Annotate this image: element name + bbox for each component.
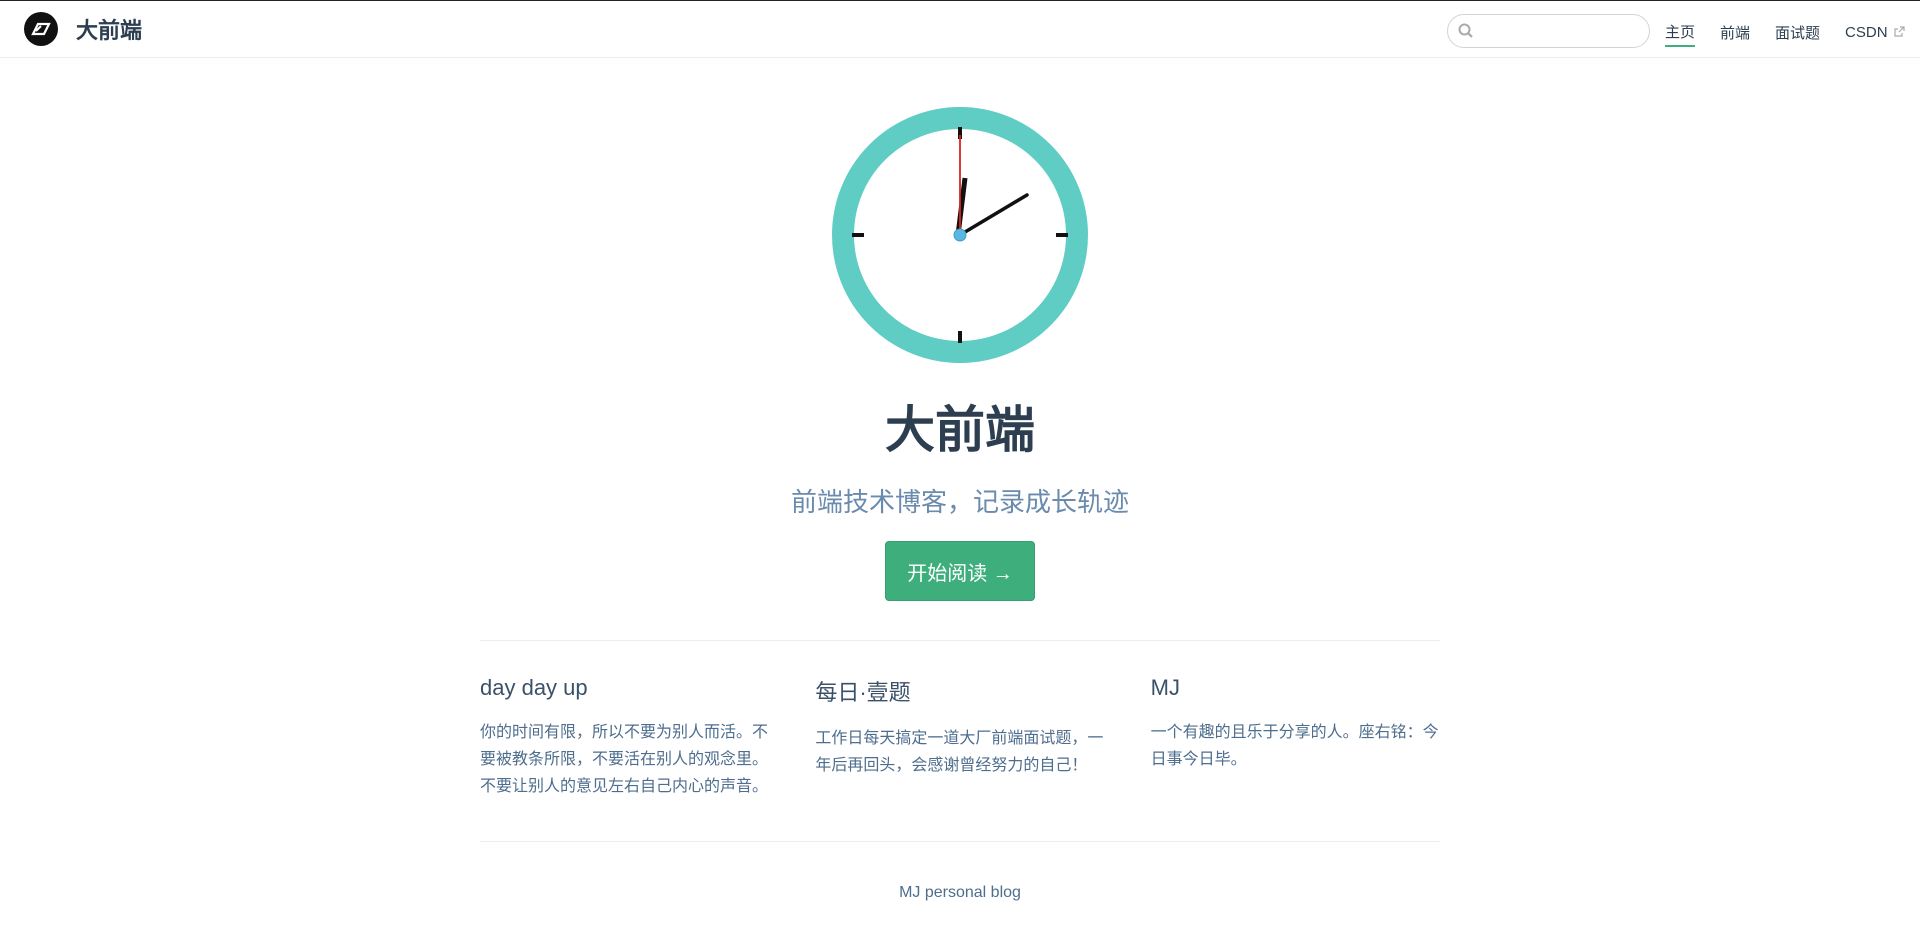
footer-text: MJ personal blog: [899, 884, 1021, 901]
hero-divider: [480, 640, 1440, 641]
start-reading-button[interactable]: 开始阅读 →: [885, 541, 1035, 601]
feature-item: 每日·壹题 工作日每天搞定一道大厂前端面试题，一年后再回头，会感谢曾经努力的自己…: [815, 675, 1104, 800]
search-input[interactable]: [1478, 20, 1638, 42]
nav-link-interview[interactable]: 面试题: [1775, 22, 1820, 46]
hero-title: 大前端: [885, 402, 1035, 458]
search-box[interactable]: [1447, 14, 1650, 48]
site-name: 大前端: [76, 18, 143, 43]
nav-link-home[interactable]: 主页: [1665, 21, 1696, 47]
feature-details: 工作日每天搞定一道大厂前端面试题，一年后再回头，会感谢曾经努力的自己！: [815, 730, 1104, 774]
feature-title: day day up: [480, 675, 588, 700]
nav-link-csdn-label: CSDN: [1845, 24, 1888, 41]
nav-link-frontend[interactable]: 前端: [1720, 22, 1750, 46]
hero-clock-image: [830, 105, 1090, 370]
navbar: 大前端 主页 前端 面试题 CSDN: [0, 0, 1920, 58]
hero-description: 前端技术博客，记录成长轨迹: [790, 487, 1129, 517]
external-link-icon: [1893, 24, 1905, 41]
feature-details: 你的时间有限，所以不要为别人而活。不要被教条所限，不要活在别人的观念里。不要让别…: [480, 724, 769, 795]
brand-home-link[interactable]: 大前端: [24, 12, 142, 46]
feature-title: 每日·壹题: [815, 680, 911, 705]
feature-item: MJ 一个有趣的且乐于分享的人。座右铭：今日事今日毕。: [1151, 675, 1440, 800]
feature-title: MJ: [1150, 675, 1180, 700]
features: day day up 你的时间有限，所以不要为别人而活。不要被教条所限，不要活在…: [480, 675, 1440, 800]
feature-details: 一个有趣的且乐于分享的人。座右铭：今日事今日毕。: [1150, 724, 1439, 768]
nav-link-csdn[interactable]: CSDN: [1845, 24, 1905, 44]
nav-links: 主页 前端 面试题 CSDN: [1665, 21, 1905, 47]
footer-divider: [480, 841, 1440, 842]
search-icon: [1458, 23, 1474, 44]
feature-item: day day up 你的时间有限，所以不要为别人而活。不要被教条所限，不要活在…: [480, 675, 769, 800]
site-logo-icon: [24, 12, 58, 46]
